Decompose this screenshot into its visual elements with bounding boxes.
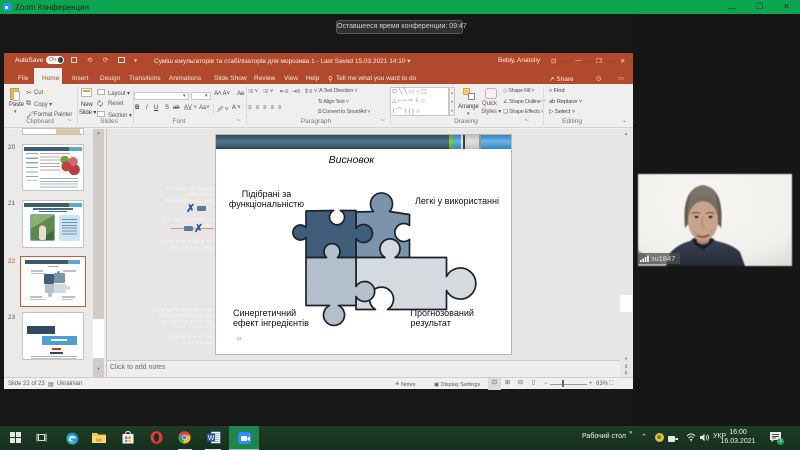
svg-text:W: W <box>208 435 215 442</box>
